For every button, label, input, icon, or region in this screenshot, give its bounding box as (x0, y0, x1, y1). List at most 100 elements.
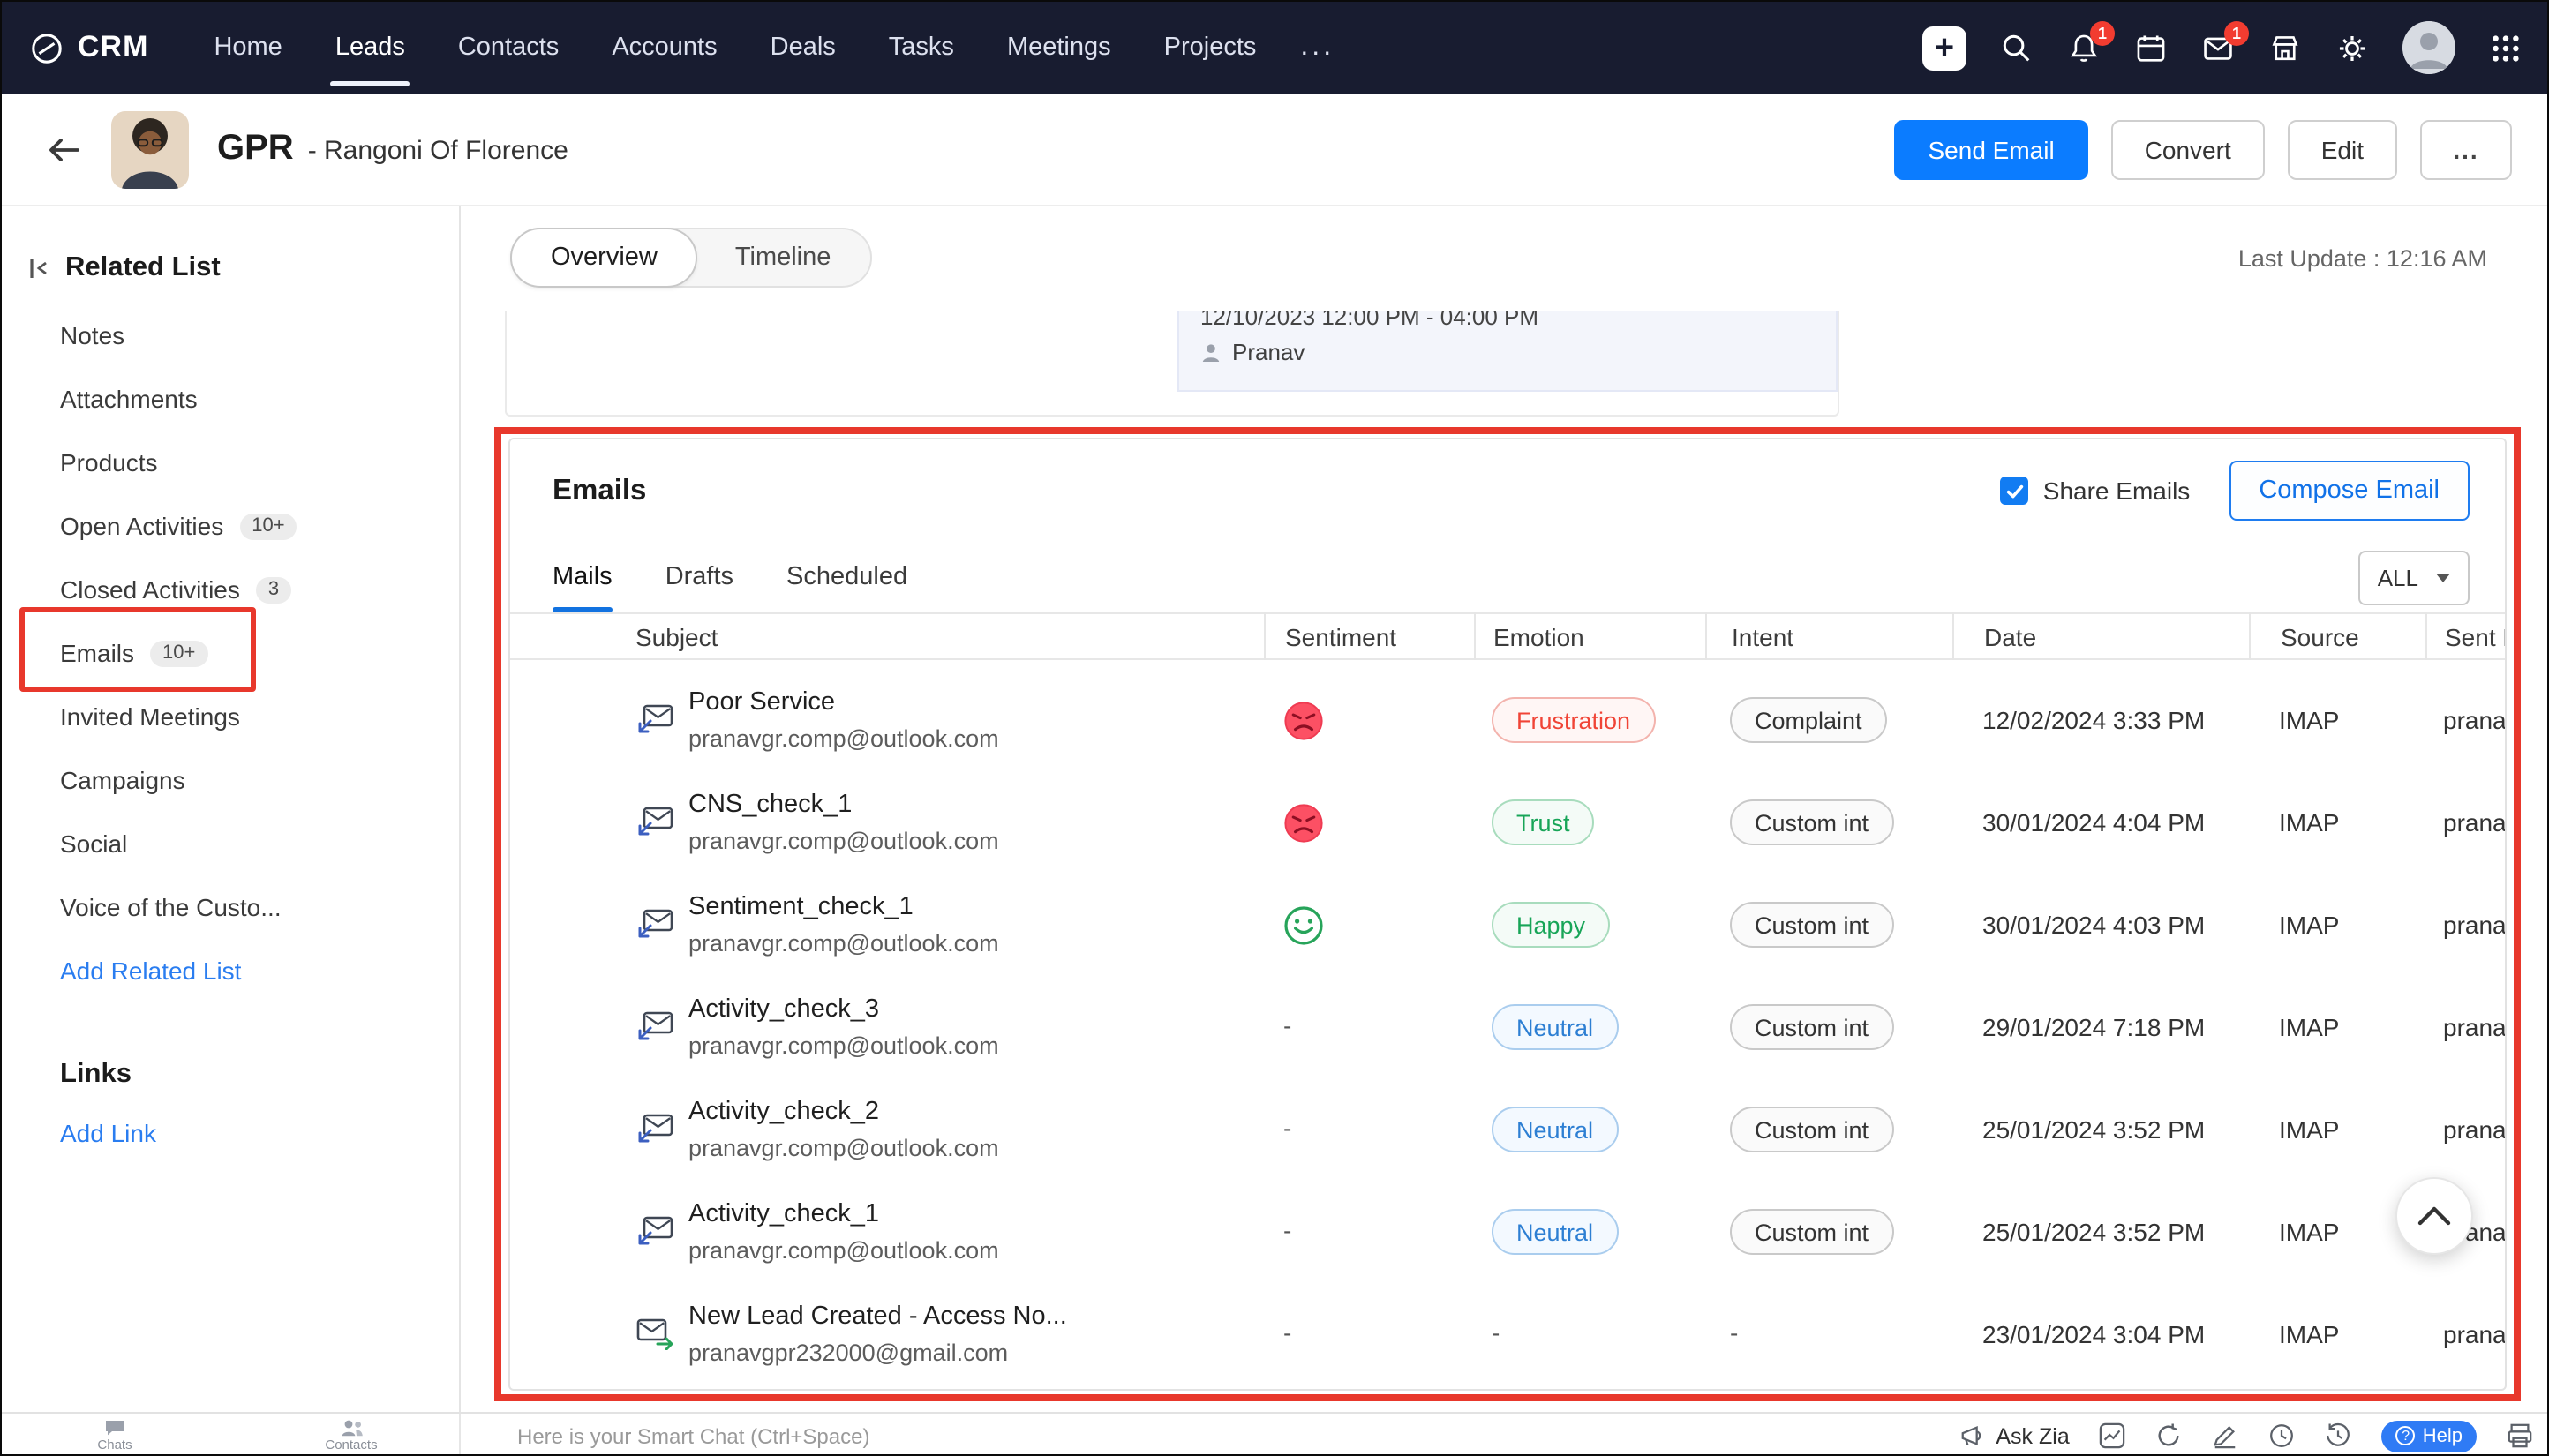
sidebar-item-campaigns[interactable]: Campaigns (2, 748, 459, 812)
last-update-text: Last Update : 12:16 AM (2238, 206, 2487, 311)
chevron-up-icon (2417, 1205, 2452, 1227)
scroll-to-top-button[interactable] (2395, 1177, 2473, 1255)
sidebar-item-invited-meetings[interactable]: Invited Meetings (2, 685, 459, 748)
column-header-subject: Subject (607, 612, 1264, 660)
email-row[interactable]: Sentiment_check_1pranavgr.comp@outlook.c… (510, 874, 2507, 976)
email-date: 25/01/2024 3:52 PM (1952, 1218, 2249, 1246)
lead-photo-avatar[interactable] (111, 110, 189, 188)
mail-icon[interactable]: 1 (2201, 31, 2235, 64)
sidebar-item-attachments[interactable]: Attachments (2, 367, 459, 431)
email-subject: Poor Service (688, 686, 999, 719)
email-sent-by: prana (2425, 706, 2507, 734)
nav-item-meetings[interactable]: Meetings (981, 2, 1138, 94)
emails-title: Emails (553, 474, 646, 507)
app-launcher-grid-icon[interactable] (2489, 31, 2523, 64)
sidebar-item-social[interactable]: Social (2, 812, 459, 875)
contacts-shortcut[interactable]: Contacts (288, 1414, 415, 1456)
user-avatar[interactable] (2402, 21, 2455, 74)
incoming-mail-icon (635, 704, 674, 736)
analytics-icon[interactable] (2100, 1422, 2126, 1449)
quick-create-button[interactable]: + (1922, 26, 1966, 70)
activity-entry[interactable]: 12/10/2023 12:00 PM - 04:00 PM Pranav (1177, 311, 1838, 392)
zoho-crm-logo[interactable]: CRM (30, 30, 148, 65)
email-row[interactable]: New Lead Created - Access No...pranavgpr… (510, 1283, 2507, 1385)
tab-scheduled[interactable]: Scheduled (786, 542, 907, 612)
chat-bubble-icon (104, 1419, 125, 1437)
collapse-panel-icon[interactable] (26, 256, 51, 281)
chats-shortcut[interactable]: Chats (51, 1414, 178, 1456)
incoming-mail-icon (635, 909, 674, 941)
email-address: pranavgr.comp@outlook.com (688, 1235, 999, 1266)
email-filter-dropdown[interactable]: ALL (2358, 550, 2470, 604)
back-arrow-icon[interactable] (41, 126, 86, 172)
email-address: pranavgr.comp@outlook.com (688, 1132, 999, 1164)
email-row[interactable]: Activity_check_3pranavgr.comp@outlook.co… (510, 976, 2507, 1078)
search-icon[interactable] (2000, 31, 2034, 64)
email-subject: New Lead Created - Access No... (688, 1300, 1067, 1333)
edit-button[interactable]: Edit (2288, 119, 2397, 179)
email-row[interactable]: Poor Servicepranavgr.comp@outlook.com Fr… (510, 669, 2507, 771)
intent-empty: - (1730, 1318, 1738, 1347)
convert-button[interactable]: Convert (2111, 119, 2265, 179)
notifications-bell-icon[interactable]: 1 (2067, 31, 2101, 64)
email-row[interactable]: CNS_check_1pranavgr.comp@outlook.com Tru… (510, 771, 2507, 874)
tab-mails[interactable]: Mails (553, 542, 613, 612)
email-row[interactable]: Activity_check_2pranavgr.comp@outlook.co… (510, 1078, 2507, 1181)
marketplace-icon[interactable] (2268, 31, 2302, 64)
sidebar-item-notes[interactable]: Notes (2, 304, 459, 367)
nav-item-leads[interactable]: Leads (309, 2, 432, 94)
clock-icon[interactable] (2269, 1422, 2296, 1449)
email-source: IMAP (2249, 808, 2425, 837)
sidebar-item-voice-of-the-customer[interactable]: Voice of the Custo... (2, 875, 459, 939)
nav-item-accounts[interactable]: Accounts (585, 2, 743, 94)
add-related-list-link[interactable]: Add Related List (2, 939, 459, 1002)
sentiment-empty: - (1283, 1011, 1291, 1039)
emotion-pill: Neutral (1492, 1107, 1618, 1152)
nav-item-tasks[interactable]: Tasks (862, 2, 981, 94)
nav-item-contacts[interactable]: Contacts (432, 2, 585, 94)
share-emails-control[interactable]: Share Emails (2001, 477, 2191, 505)
sentiment-negative-icon (1283, 802, 1324, 843)
nav-more-menu[interactable]: ... (1282, 2, 1352, 94)
share-emails-checkbox[interactable] (2001, 477, 2029, 505)
app-window: CRM Home Leads Contacts Accounts Deals T… (0, 0, 2549, 1456)
sidebar-item-open-activities[interactable]: Open Activities10+ (2, 494, 459, 558)
brand-name: CRM (78, 30, 148, 65)
add-link-link[interactable]: Add Link (2, 1101, 459, 1165)
print-icon[interactable] (2507, 1422, 2533, 1449)
smart-chat-input[interactable] (514, 1414, 1432, 1456)
email-sent-by: prana (2425, 1320, 2507, 1348)
email-row[interactable]: Activity_check_1pranavgr.comp@outlook.co… (510, 1181, 2507, 1283)
email-table-body: Poor Servicepranavgr.comp@outlook.com Fr… (510, 669, 2507, 1389)
lead-name: GPR (217, 129, 294, 169)
check-icon (2005, 481, 2025, 500)
sidebar-item-products[interactable]: Products (2, 431, 459, 494)
view-tabs-bar: Overview Timeline Last Update : 12:16 AM (462, 206, 2549, 311)
tab-drafts[interactable]: Drafts (665, 542, 733, 612)
sidebar-item-emails[interactable]: Emails10+ (2, 621, 459, 685)
calendar-icon[interactable] (2134, 31, 2168, 64)
person-icon (1200, 342, 1222, 364)
notification-badge: 1 (2090, 20, 2115, 45)
email-subject: Activity_check_3 (688, 993, 999, 1026)
send-email-button[interactable]: Send Email (1895, 119, 2088, 179)
history-icon[interactable] (2326, 1422, 2352, 1449)
nav-item-deals[interactable]: Deals (744, 2, 862, 94)
help-button[interactable]: ? Help (2382, 1420, 2477, 1452)
more-actions-button[interactable]: ... (2420, 119, 2512, 179)
sidebar-item-closed-activities[interactable]: Closed Activities3 (2, 558, 459, 621)
megaphone-icon (1959, 1422, 1985, 1449)
ask-zia-button[interactable]: Ask Zia (1959, 1422, 2069, 1449)
signature-icon[interactable] (2213, 1422, 2239, 1449)
settings-gear-icon[interactable] (2335, 31, 2369, 64)
intent-pill: Custom int (1730, 799, 1893, 845)
tab-overview[interactable]: Overview (510, 228, 698, 288)
email-sent-by: prana (2425, 808, 2507, 837)
nav-item-projects[interactable]: Projects (1138, 2, 1283, 94)
nav-item-home[interactable]: Home (187, 2, 308, 94)
refresh-icon[interactable] (2156, 1422, 2183, 1449)
tab-timeline[interactable]: Timeline (696, 228, 870, 288)
compose-email-button[interactable]: Compose Email (2229, 461, 2470, 521)
chevron-down-icon (2436, 573, 2450, 582)
sentiment-empty: - (1283, 1216, 1291, 1244)
